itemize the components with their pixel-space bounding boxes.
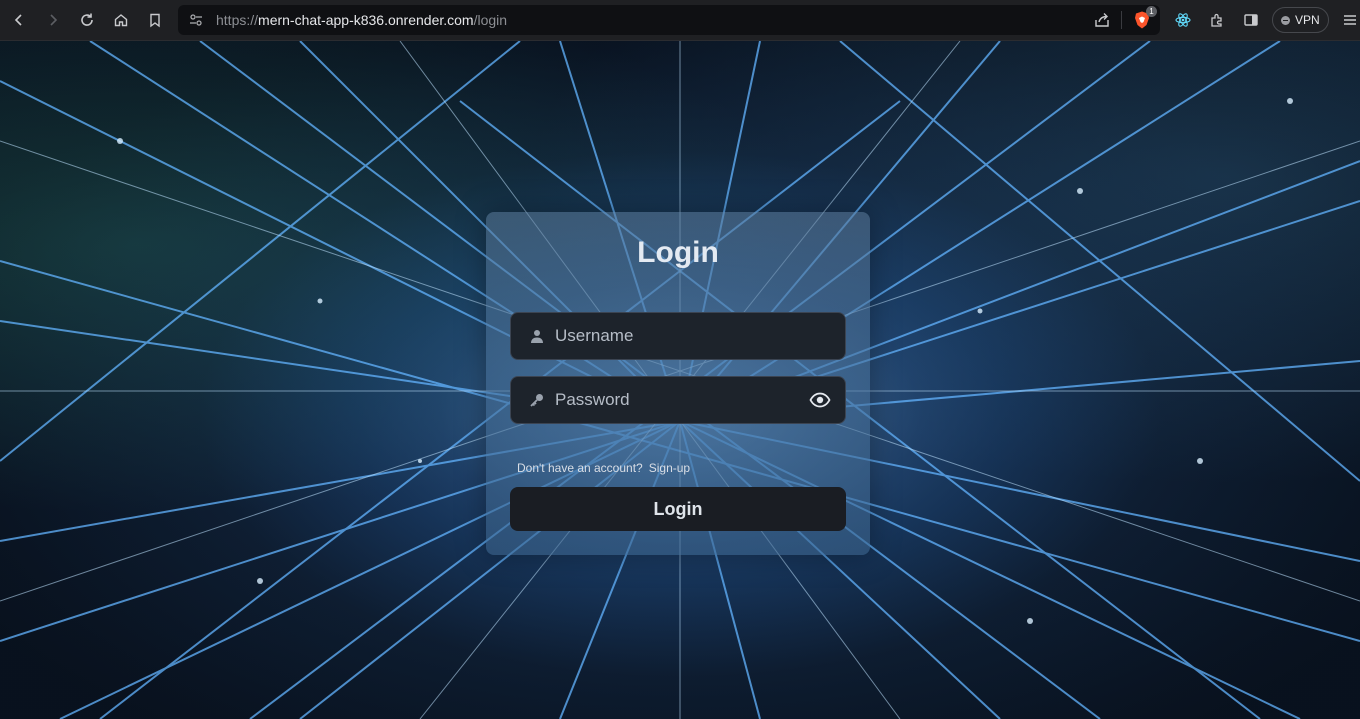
vpn-label: VPN <box>1295 13 1320 27</box>
key-icon <box>527 390 547 410</box>
username-input[interactable] <box>555 313 845 359</box>
browser-toolbar: https://mern-chat-app-k836.onrender.com/… <box>0 0 1360 41</box>
divider <box>1121 11 1122 29</box>
login-title: Login <box>637 236 719 269</box>
forward-icon[interactable] <box>38 5 68 35</box>
react-devtools-icon[interactable] <box>1170 7 1196 33</box>
password-input[interactable] <box>555 377 809 423</box>
back-icon[interactable] <box>4 5 34 35</box>
vpn-button[interactable]: VPN <box>1272 7 1329 33</box>
address-bar[interactable]: https://mern-chat-app-k836.onrender.com/… <box>178 5 1160 35</box>
reload-icon[interactable] <box>72 5 102 35</box>
user-icon <box>527 326 547 346</box>
login-page: Login Don't have an account? Sign-up Logi… <box>0 41 1360 719</box>
sidebar-icon[interactable] <box>1238 7 1264 33</box>
password-field[interactable] <box>510 376 846 424</box>
username-field[interactable] <box>510 312 846 360</box>
login-card: Login Don't have an account? Sign-up Logi… <box>486 212 870 555</box>
vpn-status-icon <box>1281 15 1290 25</box>
home-icon[interactable] <box>106 5 136 35</box>
signup-prompt: Don't have an account? Sign-up <box>517 461 690 475</box>
menu-icon[interactable] <box>1337 7 1360 33</box>
site-info-icon[interactable] <box>188 12 204 28</box>
signup-link[interactable]: Sign-up <box>649 461 690 475</box>
extensions-icon[interactable] <box>1204 7 1230 33</box>
brave-shield-icon[interactable]: 1 <box>1132 6 1157 30</box>
brave-badge: 1 <box>1146 6 1157 17</box>
signup-prompt-text: Don't have an account? <box>517 461 643 475</box>
share-icon[interactable] <box>1093 11 1111 29</box>
show-password-icon[interactable] <box>809 389 831 411</box>
bookmark-icon[interactable] <box>140 5 170 35</box>
url-text: https://mern-chat-app-k836.onrender.com/… <box>216 12 508 28</box>
login-button[interactable]: Login <box>510 487 846 531</box>
